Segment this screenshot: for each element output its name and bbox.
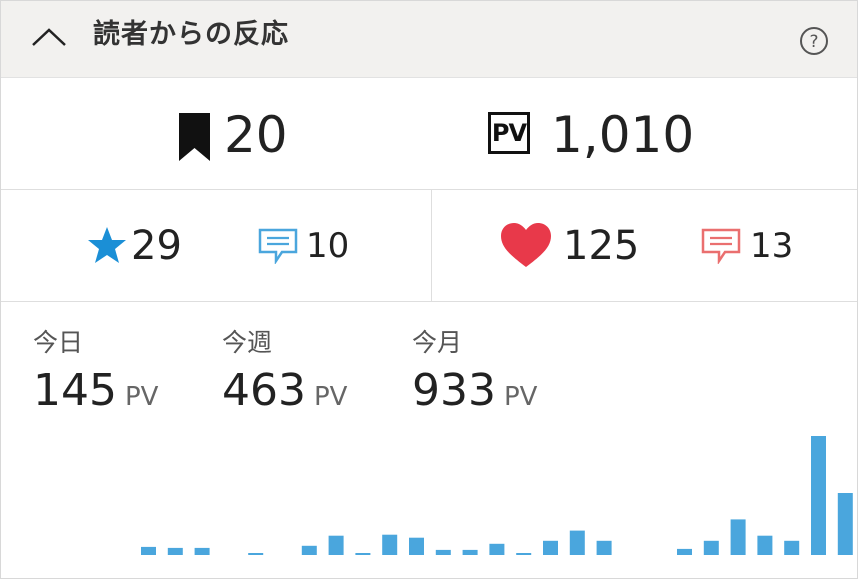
chart-bar-day-5[interactable] — [248, 553, 264, 555]
heart-icon — [501, 223, 551, 267]
chart-bar-day-15[interactable] — [516, 553, 532, 555]
reactions-divider — [431, 190, 432, 301]
panel-title: 読者からの反応 — [93, 19, 289, 50]
stat-week-label: 今週 — [222, 328, 273, 357]
chart-bar-day-16[interactable] — [543, 540, 558, 555]
chart-bar-day-11[interactable] — [409, 537, 424, 555]
bookmark-count[interactable]: 20 — [224, 102, 288, 168]
chart-bar-day-24[interactable] — [757, 535, 773, 555]
chevron-up-icon[interactable] — [30, 25, 68, 49]
pv-badge-text: PV — [491, 119, 527, 147]
stat-week-unit: PV — [313, 382, 348, 412]
chart-bar-day-1[interactable] — [141, 546, 156, 555]
chart-bar-day-17[interactable] — [569, 530, 585, 555]
heart-comment-count[interactable]: 13 — [750, 224, 793, 268]
stat-month-value-row: 933 PV — [412, 363, 537, 425]
stat-week-value: 463 — [222, 365, 306, 416]
chart-bar-day-25[interactable] — [784, 540, 800, 555]
chart-bar-day-27[interactable] — [837, 493, 853, 555]
panel-header: 読者からの反応 ? — [1, 1, 857, 78]
heart-count[interactable]: 125 — [563, 222, 639, 270]
stat-today-unit: PV — [124, 382, 159, 412]
stat-week-value-row: 463 PV — [222, 363, 347, 425]
chart-bar-day-23[interactable] — [730, 519, 746, 555]
reactions-row: 29 10 125 13 — [1, 190, 857, 302]
comment-icon-blue — [258, 228, 298, 264]
chart-bar-day-8[interactable] — [328, 535, 344, 555]
stat-month: 今月 933 PV — [412, 327, 537, 425]
pv-badge-icon: PV — [488, 112, 530, 154]
chart-bar-day-18[interactable] — [596, 540, 612, 555]
chart-bar-day-7[interactable] — [301, 545, 317, 555]
chart-bar-day-12[interactable] — [435, 549, 451, 555]
star-icon — [88, 227, 126, 263]
help-glyph: ? — [809, 32, 818, 52]
chart-bar-day-9[interactable] — [355, 553, 371, 555]
bookmark-icon — [179, 113, 210, 161]
question-circle-icon[interactable]: ? — [799, 26, 829, 56]
chart-bar-day-3[interactable] — [194, 547, 210, 555]
chart-bar-day-22[interactable] — [703, 540, 719, 555]
reader-reactions-panel: 読者からの反応 ? 20 PV 1,010 29 10 125 13 今日 14… — [0, 0, 858, 579]
stat-week: 今週 463 PV — [222, 327, 347, 425]
pageview-count[interactable]: 1,010 — [551, 102, 694, 168]
comment-icon-red — [701, 228, 741, 264]
star-count[interactable]: 29 — [131, 222, 182, 270]
summary-row: 20 PV 1,010 — [1, 78, 857, 190]
chart-bar-day-14[interactable] — [489, 543, 505, 555]
stat-month-label: 今月 — [412, 328, 463, 357]
star-comment-count[interactable]: 10 — [306, 224, 349, 268]
chart-bar-day-13[interactable] — [462, 549, 478, 555]
stat-month-unit: PV — [503, 382, 538, 412]
stat-today: 今日 145 PV — [33, 327, 158, 425]
chart-bar-day-2[interactable] — [167, 547, 183, 555]
stat-today-value-row: 145 PV — [33, 363, 158, 425]
stat-today-label: 今日 — [33, 328, 84, 357]
chart-bar-day-26[interactable] — [811, 436, 826, 555]
stat-month-value: 933 — [412, 365, 496, 416]
chart-bar-day-10[interactable] — [382, 534, 398, 555]
daily-pv-chart — [141, 436, 853, 555]
stat-today-value: 145 — [33, 365, 117, 416]
chart-bar-day-21[interactable] — [677, 548, 692, 555]
